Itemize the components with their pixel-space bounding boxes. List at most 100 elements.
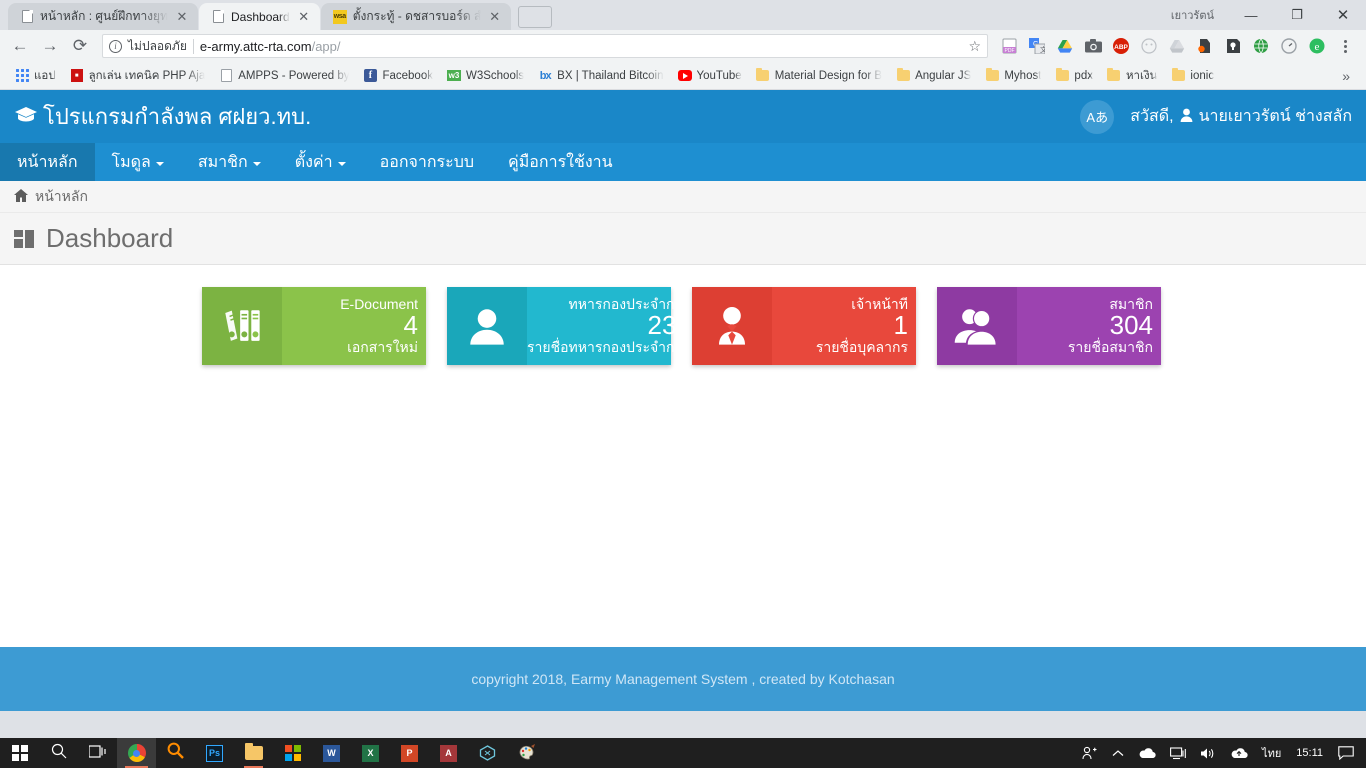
facebook-icon: f [363, 69, 377, 83]
taskbar-word-button[interactable]: W [312, 738, 351, 768]
chrome-profile-name[interactable]: เยาวรัตน์ [1171, 6, 1214, 24]
notifications-icon[interactable] [1331, 738, 1364, 768]
chrome-menu-icon[interactable] [1332, 33, 1358, 59]
lightbulb-note-icon[interactable] [1220, 33, 1246, 59]
language-toggle-button[interactable]: Aあ [1080, 99, 1115, 134]
url-text: e-army.attc-rta.com/app/ [200, 39, 341, 54]
adblock-plus-icon[interactable]: ABP [1108, 33, 1134, 59]
volume-icon[interactable] [1193, 738, 1223, 768]
close-button[interactable]: ✕ [1320, 0, 1366, 30]
stat-card-edocument[interactable]: E-Document 4 เอกสารใหม่ [202, 287, 426, 365]
address-bar[interactable]: i ไม่ปลอดภัย e-army.attc-rta.com/app/ ☆ [102, 34, 988, 58]
folder-icon [1171, 68, 1185, 83]
taskbar-access-button[interactable]: A [429, 738, 468, 768]
back-icon[interactable]: ← [6, 32, 34, 60]
nav-label: หน้าหลัก [17, 153, 78, 171]
pdf-extension-icon[interactable]: PDF [996, 33, 1022, 59]
folder-icon [756, 68, 770, 83]
network-icon[interactable] [1163, 738, 1193, 768]
bookmark-php[interactable]: ■ ลูกเล่น เทคนิค PHP Aja [63, 65, 213, 87]
start-button[interactable] [0, 738, 39, 768]
taskbar-excel-button[interactable]: X [351, 738, 390, 768]
taskbar-store-button[interactable] [273, 738, 312, 768]
bookmark-w3schools[interactable]: w3 W3Schools [440, 67, 531, 85]
minimize-button[interactable]: — [1228, 0, 1274, 30]
bookmark-myhost[interactable]: Myhost [978, 67, 1048, 85]
bookmark-material-design[interactable]: Material Design for B [749, 67, 889, 85]
bookmark-label: AMPPS - Powered by [238, 69, 350, 82]
gray-drive-icon[interactable] [1164, 33, 1190, 59]
nav-item-members[interactable]: สมาชิก [181, 143, 278, 181]
taskbar-nox-button[interactable] [468, 738, 507, 768]
orange-badge-icon[interactable] [1192, 33, 1218, 59]
bookmark-star-icon[interactable]: ☆ [968, 38, 981, 55]
screenshot-camera-icon[interactable] [1080, 33, 1106, 59]
tab-close-icon[interactable]: ✕ [174, 9, 190, 25]
bookmark-bx[interactable]: bx BX | Thailand Bitcoin [531, 67, 670, 85]
bx-icon: bx [539, 69, 552, 82]
bookmark-ionic[interactable]: ionic [1164, 67, 1221, 85]
brand[interactable]: โปรแกรมกำลังพล ศฝยว.ทบ. [14, 99, 311, 134]
nav-item-module[interactable]: โมดูล [95, 143, 181, 181]
browser-tab-2[interactable]: Dashboard ✕ [199, 3, 320, 30]
upload-cloud-icon[interactable] [1223, 738, 1255, 768]
bookmark-youtube[interactable]: YouTube [671, 67, 749, 85]
search-icon [51, 743, 67, 763]
taskbar-everything-button[interactable] [156, 738, 195, 768]
stat-card-conscripts[interactable]: ทหารกองประจำการ 230 รายชื่อทหารกองประจำก… [447, 287, 691, 365]
smiley-circle-icon[interactable] [1136, 33, 1162, 59]
browser-window: หน้าหลัก : ศูนย์ฝึกทางยุทธวิธี ✕ Dashboa… [0, 0, 1366, 738]
taskbar-file-explorer-button[interactable] [234, 738, 273, 768]
tab-close-icon[interactable]: ✕ [296, 9, 312, 25]
nav-item-settings[interactable]: ตั้งค่า [278, 143, 363, 181]
taskbar-search-button[interactable] [39, 738, 78, 768]
bookmark-pdx[interactable]: pdx [1048, 67, 1100, 85]
taskbar-powerpoint-button[interactable]: P [390, 738, 429, 768]
people-icon[interactable] [1075, 738, 1105, 768]
bookmarks-bar: แอป ■ ลูกเล่น เทคนิค PHP Aja AMPPS - Pow… [0, 62, 1366, 90]
winrar-globe-icon[interactable] [1248, 33, 1274, 59]
bookmark-hangern[interactable]: หาเงิน [1100, 65, 1164, 87]
stat-card-officers[interactable]: เจ้าหน้าที 1 รายชื่อบุคลากร [692, 287, 916, 365]
bookmark-angular-js[interactable]: Angular JS [889, 67, 978, 85]
reload-icon[interactable]: ⟳ [66, 32, 94, 60]
nav-label: ออกจากระบบ [379, 153, 475, 171]
user-greeting[interactable]: สวัสดี, นายเยาวรัตน์ ช่างสลัก [1130, 104, 1352, 129]
url-path: /app/ [311, 38, 341, 54]
tab-title: Dashboard [231, 9, 290, 24]
taskbar-chrome-button[interactable] [117, 738, 156, 768]
window-controls: เยาวรัตน์ — ❐ ✕ [1171, 0, 1366, 30]
stat-card-members[interactable]: สมาชิก 304 รายชื่อสมาชิก [937, 287, 1161, 365]
onedrive-icon[interactable] [1131, 738, 1163, 768]
page-footer: copyright 2018, Earmy Management System … [0, 647, 1366, 711]
nav-item-logout[interactable]: ออกจากระบบ [363, 143, 491, 181]
browser-tab-1[interactable]: หน้าหลัก : ศูนย์ฝึกทางยุทธวิธี ✕ [8, 3, 198, 30]
bookmark-facebook[interactable]: f Facebook [356, 67, 440, 85]
taskbar-paint-button[interactable] [507, 738, 546, 768]
nav-item-home[interactable]: หน้าหลัก [0, 143, 95, 181]
bookmark-apps[interactable]: แอป [8, 65, 63, 87]
bookmark-ampps[interactable]: AMPPS - Powered by [212, 67, 356, 85]
maximize-button[interactable]: ❐ [1274, 0, 1320, 30]
bookmark-label: หาเงิน [1125, 69, 1158, 82]
user-name: นายเยาวรัตน์ ช่างสลัก [1198, 108, 1352, 125]
taskbar-photoshop-button[interactable]: Ps [195, 738, 234, 768]
tab-close-icon[interactable]: ✕ [487, 9, 503, 25]
clock[interactable]: 15:11 [1288, 738, 1331, 768]
info-circle-icon[interactable]: i [109, 39, 122, 53]
google-drive-icon[interactable] [1052, 33, 1078, 59]
google-translate-icon[interactable]: G文 [1024, 33, 1050, 59]
bookmarks-overflow-icon[interactable]: » [1334, 68, 1358, 84]
tray-chevron-up-icon[interactable] [1105, 738, 1131, 768]
new-tab-button[interactable] [517, 6, 552, 28]
speedometer-icon[interactable] [1276, 33, 1302, 59]
forward-icon[interactable]: → [36, 32, 64, 60]
nav-item-manual[interactable]: คู่มือการใช้งาน [491, 143, 630, 181]
word-icon: W [323, 744, 340, 762]
evernote-icon[interactable]: e [1304, 33, 1330, 59]
breadcrumb-item-home[interactable]: หน้าหลัก [35, 186, 88, 208]
paint-icon [518, 743, 536, 763]
browser-tab-3[interactable]: wsa ตั้งกระทู้ - ดชสารบอร์ด สำหรั ✕ [320, 3, 511, 30]
language-indicator[interactable]: ไทย [1255, 738, 1288, 768]
task-view-button[interactable] [78, 738, 117, 768]
